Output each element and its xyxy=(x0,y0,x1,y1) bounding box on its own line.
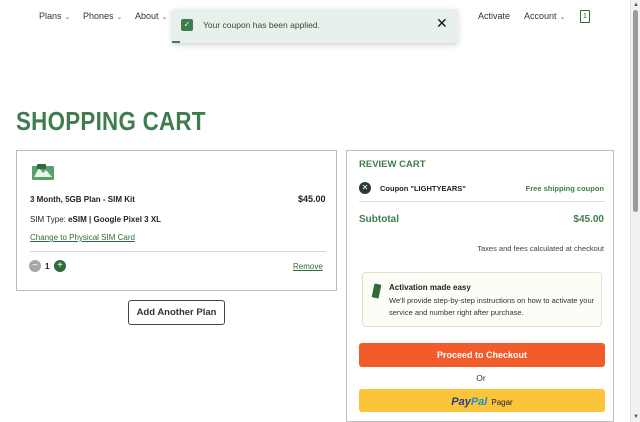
item-name: 3 Month, 5GB Plan - SIM Kit xyxy=(30,195,135,204)
subtotal-label: Subtotal xyxy=(359,214,399,225)
nav-item-activate[interactable]: Activate xyxy=(478,11,510,21)
cart-count: 1 xyxy=(583,13,587,20)
scroll-thumb[interactable] xyxy=(633,10,638,212)
page-scrollbar[interactable]: ▲ ▼ xyxy=(630,0,640,422)
nav-item-account[interactable]: Account ⌄ xyxy=(524,11,565,21)
or-separator: Or xyxy=(476,373,486,383)
taxes-note: Taxes and fees calculated at checkout xyxy=(477,244,604,253)
scroll-down-icon[interactable]: ▼ xyxy=(633,414,639,420)
paypal-logo-pay: Pay xyxy=(451,396,471,408)
sim-type-label: SIM Type: xyxy=(30,215,66,224)
activation-title: Activation made easy xyxy=(389,283,471,292)
sim-card-icon xyxy=(32,164,54,180)
paypal-logo-pal: Pal xyxy=(470,396,488,408)
nav-item-label: Account xyxy=(524,11,557,21)
remove-link[interactable]: Remove xyxy=(293,262,323,271)
phone-icon xyxy=(371,283,382,299)
review-cart-panel: REVIEW CART ✕ Coupon "LIGHTYEARS" Free s… xyxy=(346,150,614,422)
sim-type-value: eSIM | Google Pixel 3 XL xyxy=(68,215,162,224)
quantity-decrease-button[interactable]: − xyxy=(29,260,41,272)
activation-info-box: Activation made easy We'll provide step-… xyxy=(362,272,602,327)
cart-icon[interactable]: 1 xyxy=(580,10,590,23)
close-icon[interactable]: ✕ xyxy=(436,15,448,32)
check-icon: ✓ xyxy=(181,19,193,31)
nav-item-label: Activate xyxy=(478,11,511,21)
quantity-increase-button[interactable]: + xyxy=(54,260,66,272)
subtotal-value: $45.00 xyxy=(573,214,604,225)
paypal-pagar-label: Pagar xyxy=(491,398,513,407)
nav-item-label: Plans xyxy=(39,11,62,21)
nav-item-plans[interactable]: Plans ⌄ xyxy=(39,11,70,21)
add-another-plan-button[interactable]: Add Another Plan xyxy=(128,300,225,325)
item-price: $45.00 xyxy=(298,194,326,204)
activation-body: We'll provide step-by-step instructions … xyxy=(389,296,595,317)
change-sim-link[interactable]: Change to Physical SIM Card xyxy=(30,233,135,242)
chevron-down-icon: ⌄ xyxy=(161,14,168,21)
nav-item-phones[interactable]: Phones ⌄ xyxy=(83,11,122,21)
divider xyxy=(30,251,326,252)
proceed-to-checkout-button[interactable]: Proceed to Checkout xyxy=(359,343,605,367)
quantity-value: 1 xyxy=(45,262,50,271)
toast-progress xyxy=(172,41,180,43)
nav-item-label: About xyxy=(135,11,159,21)
nav-item-label: Phones xyxy=(83,11,114,21)
chevron-down-icon: ⌄ xyxy=(116,14,123,21)
chevron-down-icon: ⌄ xyxy=(64,14,71,21)
review-title: REVIEW CART xyxy=(359,159,426,170)
remove-coupon-icon[interactable]: ✕ xyxy=(359,182,371,194)
cart-item: 3 Month, 5GB Plan - SIM Kit $45.00 SIM T… xyxy=(16,150,337,291)
chevron-down-icon: ⌄ xyxy=(559,14,566,21)
page-title: SHOPPING CART xyxy=(16,106,206,136)
coupon-toast: ✓ Your coupon has been applied. ✕ xyxy=(172,9,458,43)
paypal-button[interactable]: PayPal Pagar xyxy=(359,389,605,412)
sim-type: SIM Type: eSIM | Google Pixel 3 XL xyxy=(30,215,161,224)
divider xyxy=(359,201,605,202)
toast-message: Your coupon has been applied. xyxy=(203,20,320,30)
scroll-up-icon[interactable]: ▲ xyxy=(633,2,639,8)
coupon-label: Coupon "LIGHTYEARS" xyxy=(380,184,466,193)
nav-item-about[interactable]: About ⌄ xyxy=(135,11,167,21)
coupon-value: Free shipping coupon xyxy=(525,184,604,193)
